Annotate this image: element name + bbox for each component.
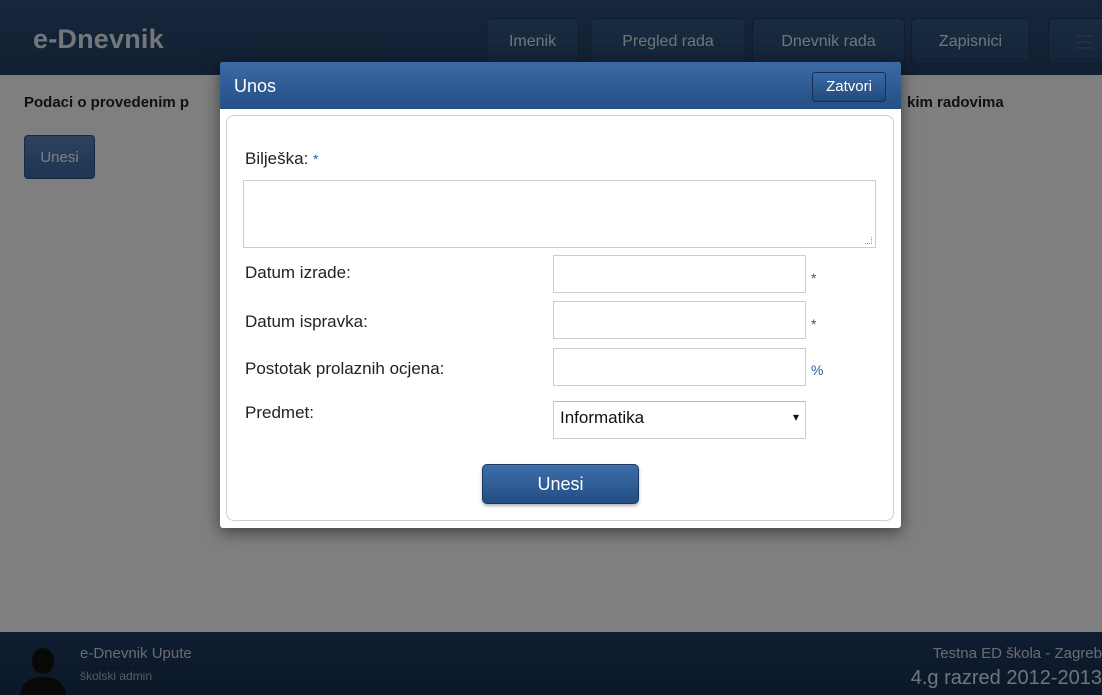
resize-grip-icon[interactable] [865, 237, 872, 244]
date-created-label: Datum izrade: [245, 263, 351, 282]
note-label: Bilješka: * [245, 149, 319, 169]
chevron-down-icon: ▾ [792, 410, 799, 424]
percent-unit: % [811, 362, 824, 378]
note-label-text: Bilješka: [245, 149, 309, 168]
date-corrected-label: Datum ispravka: [245, 312, 368, 331]
required-asterisk-icon: * [811, 270, 817, 286]
dialog-header: Unos Zatvori [220, 62, 901, 109]
subject-select-value: Informatika [560, 408, 645, 427]
passing-percent-label: Postotak prolaznih ocjena: [245, 359, 445, 378]
close-button[interactable]: Zatvori [812, 72, 886, 102]
subject-select[interactable]: Informatika ▾ [553, 401, 806, 439]
date-corrected-input[interactable] [553, 301, 806, 339]
required-asterisk-icon: * [313, 151, 319, 167]
passing-percent-input[interactable] [553, 348, 806, 386]
date-created-input[interactable] [553, 255, 806, 293]
subject-label: Predmet: [245, 403, 314, 422]
dialog-title: Unos [234, 76, 277, 96]
submit-button[interactable]: Unesi [482, 464, 639, 504]
entry-dialog: Unos Zatvori Bilješka: * Datum izrade: *… [220, 62, 901, 528]
note-textarea[interactable] [243, 180, 876, 248]
required-asterisk-icon: * [811, 316, 817, 332]
